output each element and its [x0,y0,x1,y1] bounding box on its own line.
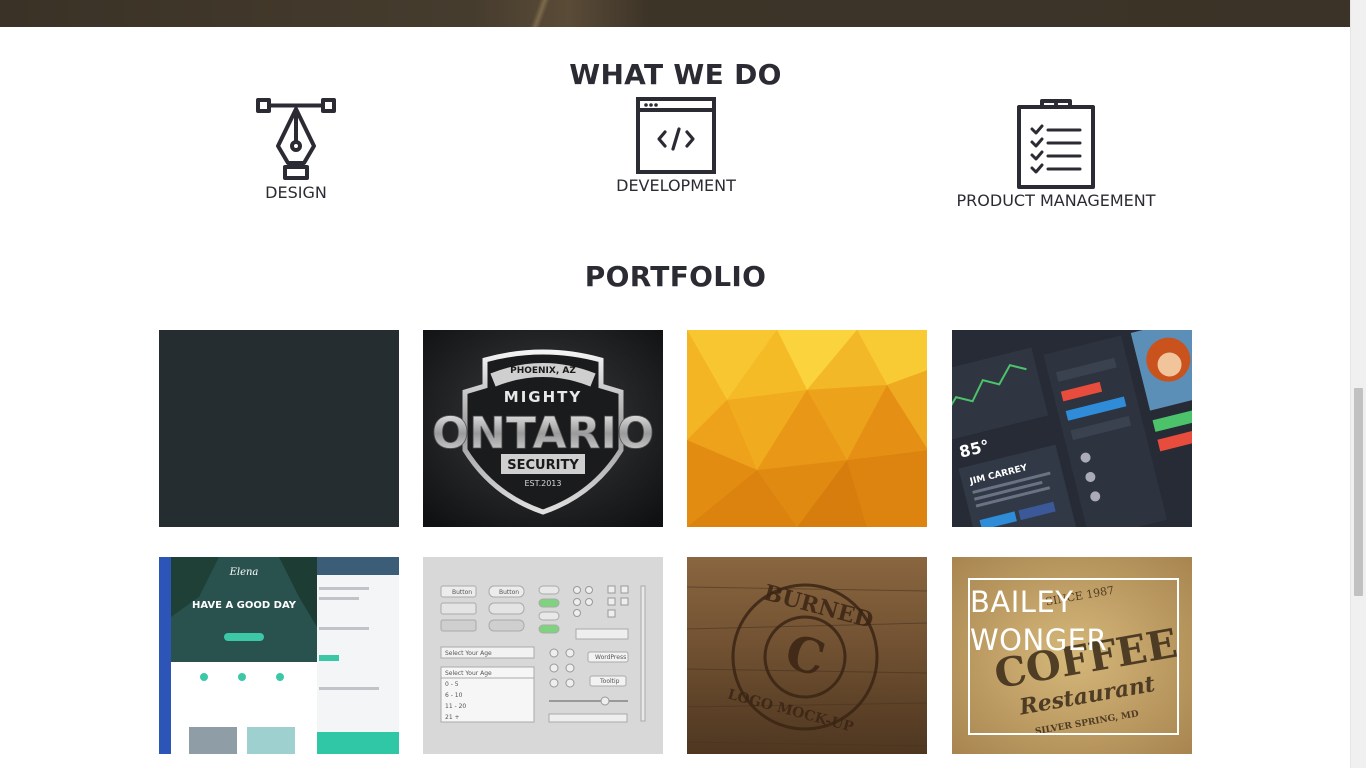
bailey-wonger-title: BAILEY WONGER [970,585,1108,657]
service-development: DEVELOPMENT [546,97,806,195]
service-design: DESIGN [166,97,426,202]
code-window-icon [636,97,716,174]
uikit-select-1: Select Your Age [445,650,492,657]
uikit-select-2: Select Your Age [445,670,492,677]
ontario-brand-top: MIGHTY [504,388,582,406]
page-scrollbar[interactable] [1350,0,1366,768]
portfolio-item-light-ui-kit[interactable]: Button Button Select Your Age Select You… [423,557,663,754]
service-product-management-label: PRODUCT MANAGEMENT [956,191,1156,210]
services-title: WHAT WE DO [569,58,782,91]
portfolio-item-dark-placeholder[interactable] [159,330,399,527]
portfolio-item-burned-logo[interactable]: BURNED C LOGO MOCK-UP [687,557,927,754]
pen-tool-icon [256,98,336,180]
service-product-management: PRODUCT MANAGEMENT [926,97,1186,210]
uikit-opt-2: 6 - 10 [445,692,463,699]
hero-image-strip [0,0,1351,27]
uikit-button-2: Button [499,589,519,596]
uikit-opt-1: 0 - 5 [445,681,459,688]
portfolio-item-elena-website[interactable]: Elena HAVE A GOOD DAY [159,557,399,754]
portfolio-item-bailey-wonger[interactable]: SINCE 1987 COFFEE Restaurant SILVER SPRI… [952,557,1192,754]
ontario-brand: ONTARIO [432,408,655,459]
portfolio-title: PORTFOLIO [584,260,767,293]
clipboard-checklist-icon [1017,99,1095,189]
elena-headline: HAVE A GOOD DAY [192,600,297,611]
uikit-wp: WordPress [595,654,626,661]
portfolio-item-mighty-ontario[interactable]: PHOENIX, AZ MIGHTY ONTARIO SECURITY EST.… [423,330,663,527]
ontario-top-text: PHOENIX, AZ [510,366,576,376]
uikit-tooltip: Tooltip [599,678,620,685]
ontario-sub: SECURITY [507,458,579,473]
elena-brand: Elena [229,567,259,578]
scrollbar-thumb[interactable] [1354,388,1363,596]
service-design-label: DESIGN [265,183,327,202]
uikit-opt-3: 11 - 20 [445,703,466,710]
portfolio-item-dark-ui-kit[interactable]: 85° JIM CARREY [952,330,1192,527]
uikit-button-1: Button [452,589,472,596]
portfolio-item-yellow-polygons[interactable] [687,330,927,527]
service-development-label: DEVELOPMENT [616,176,736,195]
ontario-est: EST.2013 [525,479,562,488]
uikit-opt-4: 21 + [445,714,460,721]
